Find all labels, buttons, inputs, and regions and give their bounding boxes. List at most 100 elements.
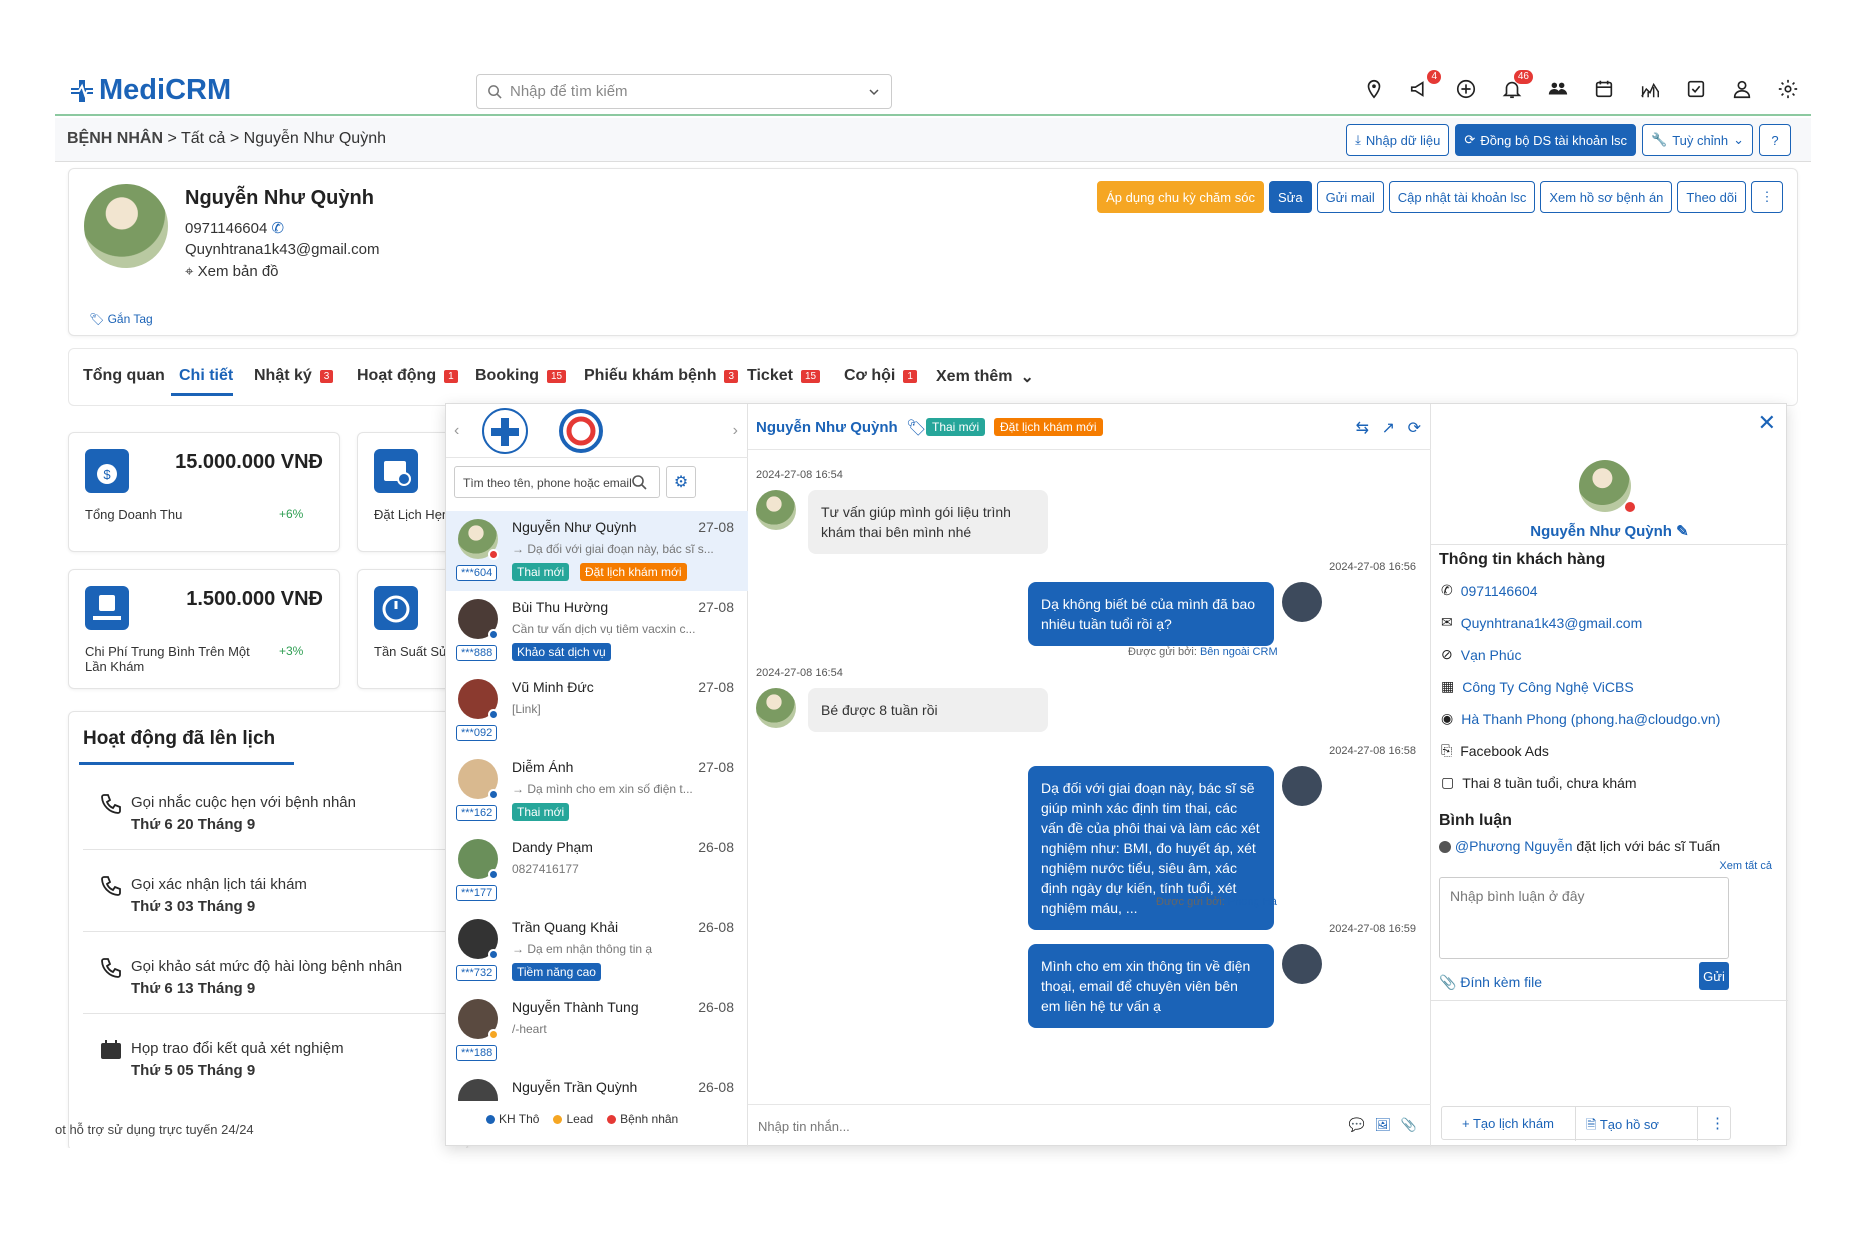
channel-cloudgo-icon[interactable]: [558, 408, 604, 454]
customer-email-row[interactable]: ✉ Quynhtrana1k43@gmail.com: [1441, 614, 1642, 631]
customer-name: Nguyễn Như Quỳnh: [1530, 523, 1672, 540]
megaphone-icon[interactable]: 4: [1409, 70, 1441, 102]
see-all-link[interactable]: Xem tất cả: [1719, 860, 1772, 872]
customer-location-row[interactable]: ⊘ Vạn Phúc: [1441, 646, 1521, 663]
logo[interactable]: Medi CRM: [69, 74, 231, 107]
refresh-icon[interactable]: ⟳: [1408, 418, 1421, 438]
customer-company-row[interactable]: ▦ Công Ty Công Nghệ ViCBS: [1441, 678, 1634, 695]
pencil-icon[interactable]: ✎: [1676, 523, 1689, 540]
comment-input[interactable]: Nhập bình luận ở đây: [1439, 877, 1729, 959]
edit-button[interactable]: Sửa: [1268, 181, 1312, 213]
import-button[interactable]: ⤓ Nhập dữ liệu: [1346, 124, 1450, 156]
tab-exam-slip[interactable]: Phiếu khám bệnh 3: [584, 367, 739, 385]
tag-icon[interactable]: 🏷: [906, 418, 926, 438]
building-icon: ▦: [1441, 678, 1455, 694]
conversation-item[interactable]: Vũ Minh Đức 27-08 [Link] ***092: [446, 671, 748, 751]
gear-icon[interactable]: [1777, 78, 1801, 102]
breadcrumb-level2[interactable]: Tất cả: [181, 130, 225, 147]
follow-button[interactable]: Theo dõi: [1677, 181, 1746, 213]
detail-tabs: Tổng quan Chi tiết Nhật ký 3 Hoạt động 1 B…: [68, 348, 1798, 406]
location-pin-icon[interactable]: [1363, 78, 1387, 102]
map-row[interactable]: ⌖ Xem bản đồ: [185, 263, 279, 280]
kebab-icon[interactable]: ⋮: [1710, 1114, 1725, 1132]
message-timestamp: 2024-27-08 16:58: [1329, 745, 1416, 757]
conversation-item[interactable]: Nguyễn Trần Quỳnh 26-08: [446, 1071, 748, 1101]
update-account-button[interactable]: Cập nhật tài khoản lsc: [1388, 181, 1536, 213]
send-mail-button[interactable]: Gửi mail: [1316, 181, 1384, 213]
message-input[interactable]: Nhập tin nhắn... 💬 🖼 📎: [748, 1104, 1431, 1147]
conversation-name: Dandy Phạm: [512, 839, 593, 855]
create-appointment-button[interactable]: + Tạo lịch khám: [1462, 1116, 1554, 1131]
send-comment-button[interactable]: Gửi: [1699, 962, 1729, 990]
patient-email[interactable]: Quynhtrana1k43@gmail.com: [185, 241, 380, 258]
chevron-left-icon[interactable]: ‹: [454, 422, 459, 440]
filter-people-icon[interactable]: ⚙: [666, 466, 696, 498]
checkbox-icon[interactable]: [1685, 78, 1709, 102]
conversation-item[interactable]: Nguyễn Thành Tung 26-08 /-heart ***188: [446, 991, 748, 1071]
plus-icon: +: [1462, 1116, 1470, 1131]
search-icon[interactable]: [624, 467, 654, 497]
breadcrumb-root[interactable]: BỆNH NHÂN: [67, 130, 163, 147]
paperclip-icon[interactable]: 📎: [1401, 1117, 1417, 1133]
tab-label: Phiếu khám bệnh: [584, 367, 717, 384]
sent-by-link[interactable]: Bên ngoài CRM: [1200, 646, 1278, 658]
calendar-icon[interactable]: [1593, 78, 1617, 102]
close-icon[interactable]: ✕: [1758, 410, 1776, 436]
emoji-chat-icon[interactable]: 💬: [1349, 1117, 1365, 1133]
comment-user[interactable]: @Phương Nguyễn: [1455, 838, 1573, 854]
chevron-right-icon[interactable]: ›: [733, 422, 738, 440]
customize-button[interactable]: 🔧 Tuỳ chỉnh ⌄: [1642, 124, 1753, 156]
conversation-name: Nguyễn Như Quỳnh: [512, 519, 637, 535]
conversation-item[interactable]: Bùi Thu Hường 27-08 Cần tư vấn dịch vụ t…: [446, 591, 748, 671]
external-link-icon[interactable]: ↗: [1382, 418, 1395, 438]
channel-medicrm-icon[interactable]: [482, 408, 528, 454]
tab-booking[interactable]: Booking 15: [475, 367, 567, 385]
tab-activity[interactable]: Hoạt động 1: [357, 367, 458, 385]
customer-owner-row[interactable]: ◉ Hà Thanh Phong (phong.ha@cloudgo.vn): [1441, 710, 1720, 727]
more-button[interactable]: ⋮: [1751, 181, 1783, 213]
help-button[interactable]: ?: [1759, 124, 1791, 156]
attach-file-link[interactable]: 📎 Đính kèm file: [1439, 974, 1542, 991]
conversation-item[interactable]: Trần Quang Khải 26-08 → Dạ em nhận thông…: [446, 911, 748, 991]
sent-by-link[interactable]: Phong Hà: [1228, 896, 1277, 908]
phone-icon[interactable]: ✆: [271, 220, 284, 237]
comment-text: đặt lịch với bác sĩ Tuấn: [1576, 838, 1721, 854]
tab-detail[interactable]: Chi tiết: [179, 367, 233, 385]
profile-actions: Áp dụng chu kỳ chăm sóc Sửa Gửi mail Cập…: [1097, 181, 1783, 213]
chat-tag: Đặt lịch khám mới: [994, 418, 1103, 436]
group-icon[interactable]: [1547, 78, 1571, 102]
view-records-button[interactable]: Xem hồ sơ bệnh án: [1540, 181, 1673, 213]
status-legend: KH Thô Lead Bệnh nhân: [446, 1112, 748, 1126]
chat-contact-name[interactable]: Nguyễn Như Quỳnh: [756, 419, 898, 436]
customer-phone-row[interactable]: ✆ 0971146604: [1441, 582, 1538, 599]
conversation-item[interactable]: Dandy Phạm 26-08 0827416177 ***177: [446, 831, 748, 911]
apply-care-cycle-button[interactable]: Áp dụng chu kỳ chăm sóc: [1097, 181, 1264, 213]
legend-label: Lead: [566, 1112, 594, 1126]
tab-ticket[interactable]: Ticket 15: [747, 367, 821, 385]
add-tag-link[interactable]: 🏷 Gắn Tag: [89, 312, 153, 326]
create-record-button[interactable]: 🗎 Tạo hồ sơ: [1586, 1116, 1659, 1138]
patient-phone[interactable]: 0971146604: [185, 220, 267, 237]
sync-label: Đồng bộ DS tài khoản lsc: [1480, 132, 1628, 148]
tab-journal[interactable]: Nhật ký 3: [254, 367, 334, 385]
add-circle-icon[interactable]: [1455, 78, 1479, 102]
tab-count: 1: [444, 369, 458, 383]
user-icon[interactable]: [1731, 78, 1755, 102]
global-search[interactable]: Nhập để tìm kiếm: [476, 74, 892, 109]
message-timestamp: 2024-27-08 16:56: [1329, 561, 1416, 573]
customer-info-panel: ✕ Nguyễn Như Quỳnh ✎ Thông tin khách hàn…: [1431, 404, 1788, 1147]
bell-icon[interactable]: 46: [1501, 70, 1533, 102]
legend-label: Bệnh nhân: [620, 1112, 679, 1126]
phone-icon: [99, 956, 123, 980]
tab-more[interactable]: Xem thêm ⌄: [936, 367, 1034, 387]
analytics-icon[interactable]: [1639, 78, 1663, 102]
source-icon: ⎘: [1441, 742, 1453, 758]
sync-button[interactable]: ⟳ Đồng bộ DS tài khoản lsc: [1455, 124, 1637, 156]
legend-dot: [486, 1114, 495, 1124]
conversation-item[interactable]: Nguyễn Như Quỳnh 27-08 → Dạ đối với giai…: [446, 511, 748, 591]
transfer-icon[interactable]: ⇆: [1356, 418, 1369, 438]
tab-overview[interactable]: Tổng quan: [83, 367, 165, 385]
conversation-item[interactable]: Diễm Ánh 27-08 → Dạ mình cho em xin số đ…: [446, 751, 748, 831]
image-icon[interactable]: 🖼: [1374, 1117, 1391, 1133]
tab-opportunity[interactable]: Cơ hội 1: [844, 367, 917, 385]
